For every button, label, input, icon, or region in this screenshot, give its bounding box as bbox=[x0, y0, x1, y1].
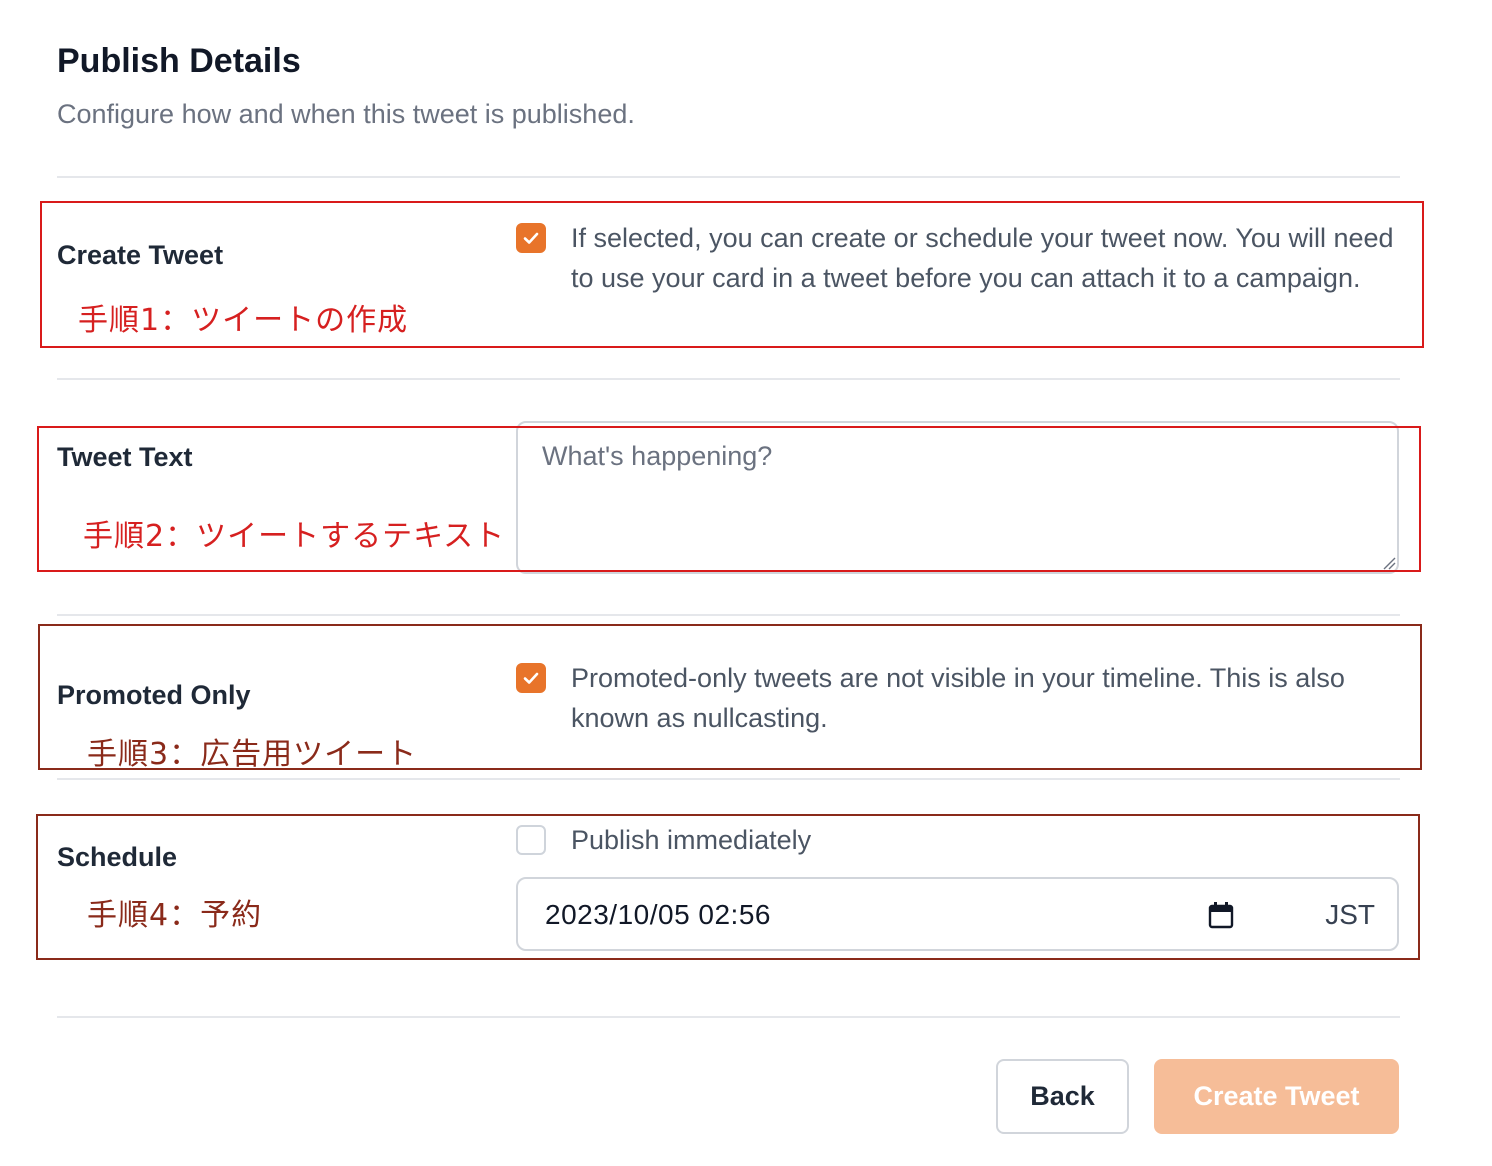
create-tweet-button[interactable]: Create Tweet bbox=[1154, 1059, 1399, 1134]
annotation-step3: 手順3：広告用ツイート bbox=[87, 737, 418, 772]
annotation-step1: 手順1：ツイートの作成 bbox=[78, 303, 409, 338]
publish-immediately-checkbox[interactable] bbox=[516, 825, 546, 855]
divider bbox=[57, 1016, 1400, 1018]
annotation-step4: 手順4：予約 bbox=[87, 898, 263, 933]
timezone-label: JST bbox=[1325, 899, 1375, 930]
promoted-only-checkbox[interactable] bbox=[516, 663, 546, 693]
page-subtitle: Configure how and when this tweet is pub… bbox=[57, 99, 635, 129]
calendar-icon[interactable] bbox=[1208, 901, 1234, 929]
create-tweet-checkbox[interactable] bbox=[516, 223, 546, 253]
checkmark-icon bbox=[523, 672, 539, 684]
page-title: Publish Details bbox=[57, 42, 301, 80]
back-button[interactable]: Back bbox=[996, 1059, 1129, 1134]
resize-handle-icon[interactable] bbox=[1382, 556, 1396, 570]
promoted-only-help-text: Promoted-only tweets are not visible in … bbox=[571, 663, 1345, 733]
schedule-datetime-input[interactable]: 2023/10/05 02:56 JST bbox=[516, 877, 1399, 951]
annotation-step2: 手順2：ツイートするテキスト bbox=[83, 519, 506, 554]
divider bbox=[57, 778, 1400, 780]
divider bbox=[57, 378, 1400, 380]
tweet-text-label: Tweet Text bbox=[57, 442, 193, 472]
schedule-label: Schedule bbox=[57, 842, 178, 872]
publish-details-page: Publish Details Configure how and when t… bbox=[0, 0, 1492, 1166]
create-tweet-label: Create Tweet bbox=[57, 240, 224, 270]
checkmark-icon bbox=[523, 232, 539, 244]
divider bbox=[57, 176, 1400, 178]
promoted-only-label: Promoted Only bbox=[57, 680, 251, 710]
schedule-datetime-value: 2023/10/05 02:56 bbox=[545, 899, 771, 930]
create-tweet-help-text: If selected, you can create or schedule … bbox=[571, 223, 1394, 293]
divider bbox=[57, 614, 1400, 616]
tweet-text-input[interactable] bbox=[516, 421, 1399, 574]
publish-immediately-label[interactable]: Publish immediately bbox=[571, 820, 1401, 860]
